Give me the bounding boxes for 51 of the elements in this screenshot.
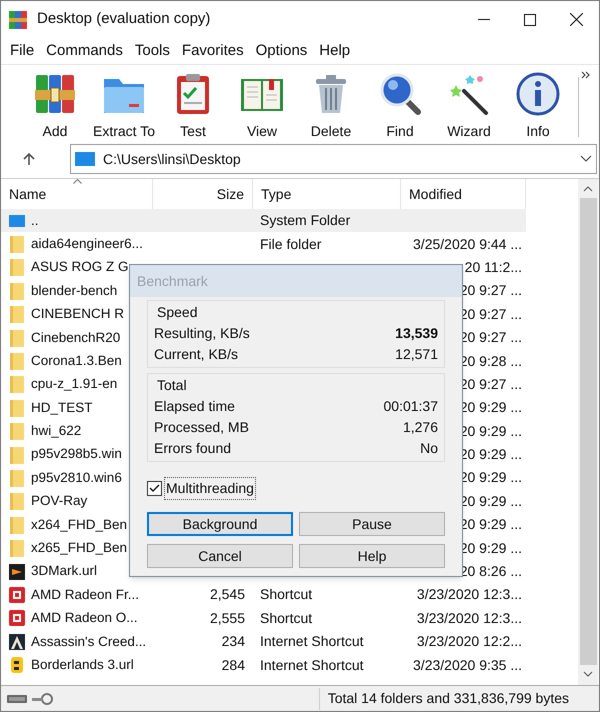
file-size: 2,545 (210, 585, 245, 604)
stat-label: Elapsed time (154, 397, 235, 416)
file-type: Internet Shortcut (260, 633, 364, 650)
file-modified: 3/23/2020 12:2... (416, 632, 522, 652)
file-size: 2,555 (210, 608, 245, 628)
stat-label: Errors found (154, 439, 232, 458)
file-name: AMD Radeon Fr... (31, 586, 140, 604)
file-name: p95v2810.win6 (31, 468, 122, 487)
stat-value: 00:01:37 (384, 397, 438, 416)
file-size: 284 (222, 656, 245, 675)
file-name: blender-bench (31, 282, 118, 300)
file-name: AMD Radeon O... (31, 609, 138, 628)
file-name: .. (31, 212, 39, 230)
stat-value: No (420, 439, 438, 458)
file-type: Shortcut (260, 610, 312, 626)
file-type: File folder (260, 236, 322, 252)
file-name: x264_FHD_Ben (31, 516, 128, 534)
file-size: 234 (222, 632, 245, 652)
file-modified: 3/23/2020 9:35 ... (413, 656, 522, 675)
file-modified: 3/23/2020 12:3... (416, 608, 522, 628)
file-name: POV-Ray (31, 492, 88, 510)
stat-label: Current, KB/s (154, 345, 238, 364)
dialog-title: Benchmark (137, 272, 208, 290)
stat-value: 12,571 (395, 345, 438, 364)
file-name: CINEBENCH R (31, 305, 124, 324)
group-title: Total (157, 376, 188, 395)
stat-label: Processed, MB (154, 418, 249, 437)
group-title: Speed (157, 303, 198, 322)
file-name: cpu-z_1.91-en (31, 375, 118, 394)
file-name: x265_FHD_Ben (31, 539, 128, 558)
file-name: Borderlands 3.url (31, 656, 134, 674)
file-name: HD_TEST (31, 398, 93, 417)
file-modified: 3/23/2020 12:3... (416, 585, 522, 604)
file-name: 3DMark.url (31, 562, 98, 580)
file-name: hwi_622 (31, 422, 82, 440)
file-modified: 20 11:2... (464, 258, 522, 277)
file-modified: 3/25/2020 9:44 ... (413, 234, 522, 254)
file-name: Corona1.3.Ben (31, 352, 122, 370)
stat-value: 13,539 (395, 324, 438, 343)
file-name: CinebenchR20 (31, 328, 120, 347)
file-name: aida64engineer6... (31, 234, 143, 253)
file-type: Internet Shortcut (260, 656, 364, 673)
file-name: ASUS ROG Z G (31, 258, 129, 276)
stat-label: Resulting, KB/s (154, 324, 250, 343)
file-type: Shortcut (260, 586, 312, 602)
window-title: Desktop (evaluation copy) (37, 9, 210, 30)
file-type: System Folder (260, 212, 350, 228)
status-text: Total 14 folders and 331,836,799 bytes (326, 689, 570, 708)
file-name: Assassin's Creed... (31, 632, 146, 651)
stat-value: 1,276 (402, 418, 438, 437)
file-name: p95v298b5.win (31, 445, 122, 464)
